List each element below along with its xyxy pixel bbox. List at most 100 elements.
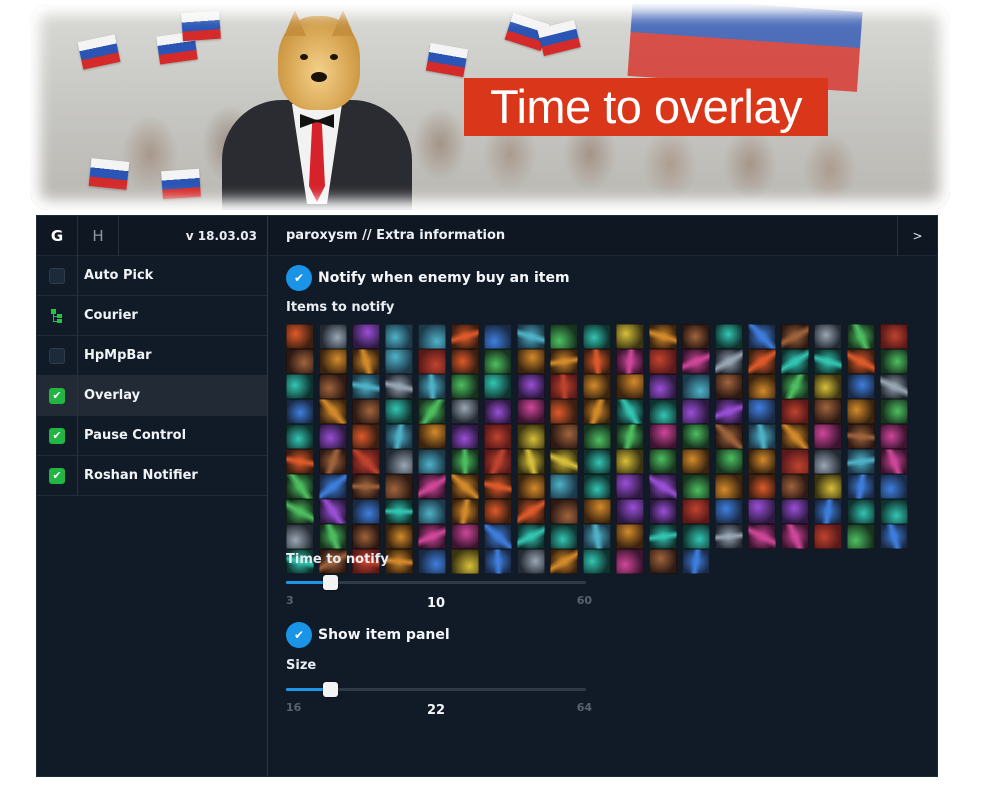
item-icon[interactable] <box>517 324 545 349</box>
item-icon[interactable] <box>880 374 908 399</box>
item-icon[interactable] <box>880 474 908 499</box>
item-icon[interactable] <box>616 499 644 524</box>
item-icon[interactable] <box>715 449 743 474</box>
collapse-button[interactable]: > <box>897 216 937 256</box>
item-icon[interactable] <box>649 499 677 524</box>
item-icon[interactable] <box>649 424 677 449</box>
item-icon[interactable] <box>748 374 776 399</box>
item-icon[interactable] <box>418 374 446 399</box>
item-icon[interactable] <box>649 549 677 574</box>
item-icon[interactable] <box>682 499 710 524</box>
item-icon[interactable] <box>550 374 578 399</box>
item-icon[interactable] <box>517 499 545 524</box>
slider-thumb[interactable] <box>323 682 338 697</box>
item-icon[interactable] <box>352 324 380 349</box>
item-icon[interactable] <box>715 374 743 399</box>
size-slider[interactable]: 16 64 22 <box>286 679 592 719</box>
item-icon[interactable] <box>385 424 413 449</box>
item-icon[interactable] <box>352 424 380 449</box>
item-icon[interactable] <box>715 324 743 349</box>
item-icon[interactable] <box>682 474 710 499</box>
item-icon[interactable] <box>286 524 314 549</box>
item-icon[interactable] <box>286 399 314 424</box>
item-icon[interactable] <box>814 499 842 524</box>
item-icon[interactable] <box>352 499 380 524</box>
item-icon[interactable] <box>319 324 347 349</box>
item-icon[interactable] <box>781 474 809 499</box>
item-icon[interactable] <box>517 524 545 549</box>
item-icon[interactable] <box>319 524 347 549</box>
item-icon[interactable] <box>517 549 545 574</box>
item-icon[interactable] <box>715 399 743 424</box>
item-icon[interactable] <box>748 449 776 474</box>
item-icon[interactable] <box>517 399 545 424</box>
item-icon[interactable] <box>814 449 842 474</box>
item-icon[interactable] <box>649 474 677 499</box>
item-icon[interactable] <box>484 449 512 474</box>
sidebar-item-overlay[interactable]: ✔ Overlay <box>37 376 267 416</box>
item-icon[interactable] <box>682 374 710 399</box>
sidebar-item-courier[interactable]: Courier <box>37 296 267 336</box>
item-icon[interactable] <box>385 399 413 424</box>
item-icon[interactable] <box>286 424 314 449</box>
item-icon[interactable] <box>748 474 776 499</box>
item-icon[interactable] <box>550 499 578 524</box>
item-icon[interactable] <box>319 449 347 474</box>
item-icon[interactable] <box>814 524 842 549</box>
item-icon[interactable] <box>682 324 710 349</box>
item-icon[interactable] <box>550 324 578 349</box>
item-icon[interactable] <box>616 399 644 424</box>
item-icon[interactable] <box>616 374 644 399</box>
show-panel-toggle[interactable]: ✔ Show item panel <box>286 622 450 648</box>
item-icon[interactable] <box>781 374 809 399</box>
item-icon[interactable] <box>649 374 677 399</box>
item-icon[interactable] <box>319 499 347 524</box>
item-icon[interactable] <box>550 424 578 449</box>
item-icon[interactable] <box>847 474 875 499</box>
item-icon[interactable] <box>385 449 413 474</box>
sidebar-item-roshan-notifier[interactable]: ✔ Roshan Notifier <box>37 456 267 496</box>
checkbox-unchecked[interactable] <box>49 267 65 284</box>
item-icon[interactable] <box>847 374 875 399</box>
item-icon[interactable] <box>352 474 380 499</box>
item-icon[interactable] <box>880 349 908 374</box>
item-icon[interactable] <box>682 349 710 374</box>
item-icon[interactable] <box>583 474 611 499</box>
item-icon[interactable] <box>451 474 479 499</box>
item-icon[interactable] <box>781 399 809 424</box>
item-icon[interactable] <box>715 499 743 524</box>
item-icon[interactable] <box>550 449 578 474</box>
item-icon[interactable] <box>814 374 842 399</box>
item-icon[interactable] <box>583 324 611 349</box>
item-icon[interactable] <box>847 499 875 524</box>
item-icon[interactable] <box>286 349 314 374</box>
item-icon[interactable] <box>616 549 644 574</box>
checkbox-checked-icon[interactable]: ✔ <box>49 467 65 484</box>
item-icon[interactable] <box>682 399 710 424</box>
slider-thumb[interactable] <box>323 575 338 590</box>
item-icon[interactable] <box>715 474 743 499</box>
item-icon[interactable] <box>583 524 611 549</box>
item-icon[interactable] <box>715 524 743 549</box>
item-icon[interactable] <box>385 324 413 349</box>
item-icon[interactable] <box>550 349 578 374</box>
item-icon[interactable] <box>451 374 479 399</box>
item-icon[interactable] <box>583 449 611 474</box>
item-icon[interactable] <box>418 449 446 474</box>
tree-icon[interactable] <box>49 308 65 324</box>
item-icon[interactable] <box>484 499 512 524</box>
item-icon[interactable] <box>880 324 908 349</box>
item-icon[interactable] <box>847 399 875 424</box>
item-icon[interactable] <box>484 349 512 374</box>
item-icon[interactable] <box>682 524 710 549</box>
item-icon[interactable] <box>748 349 776 374</box>
item-icon[interactable] <box>451 499 479 524</box>
item-icon[interactable] <box>616 474 644 499</box>
item-icon[interactable] <box>319 399 347 424</box>
item-icon[interactable] <box>286 474 314 499</box>
item-icon[interactable] <box>517 449 545 474</box>
item-icon[interactable] <box>880 449 908 474</box>
item-icon[interactable] <box>418 349 446 374</box>
item-icon[interactable] <box>385 499 413 524</box>
checkbox-checked-icon[interactable]: ✔ <box>49 387 65 404</box>
